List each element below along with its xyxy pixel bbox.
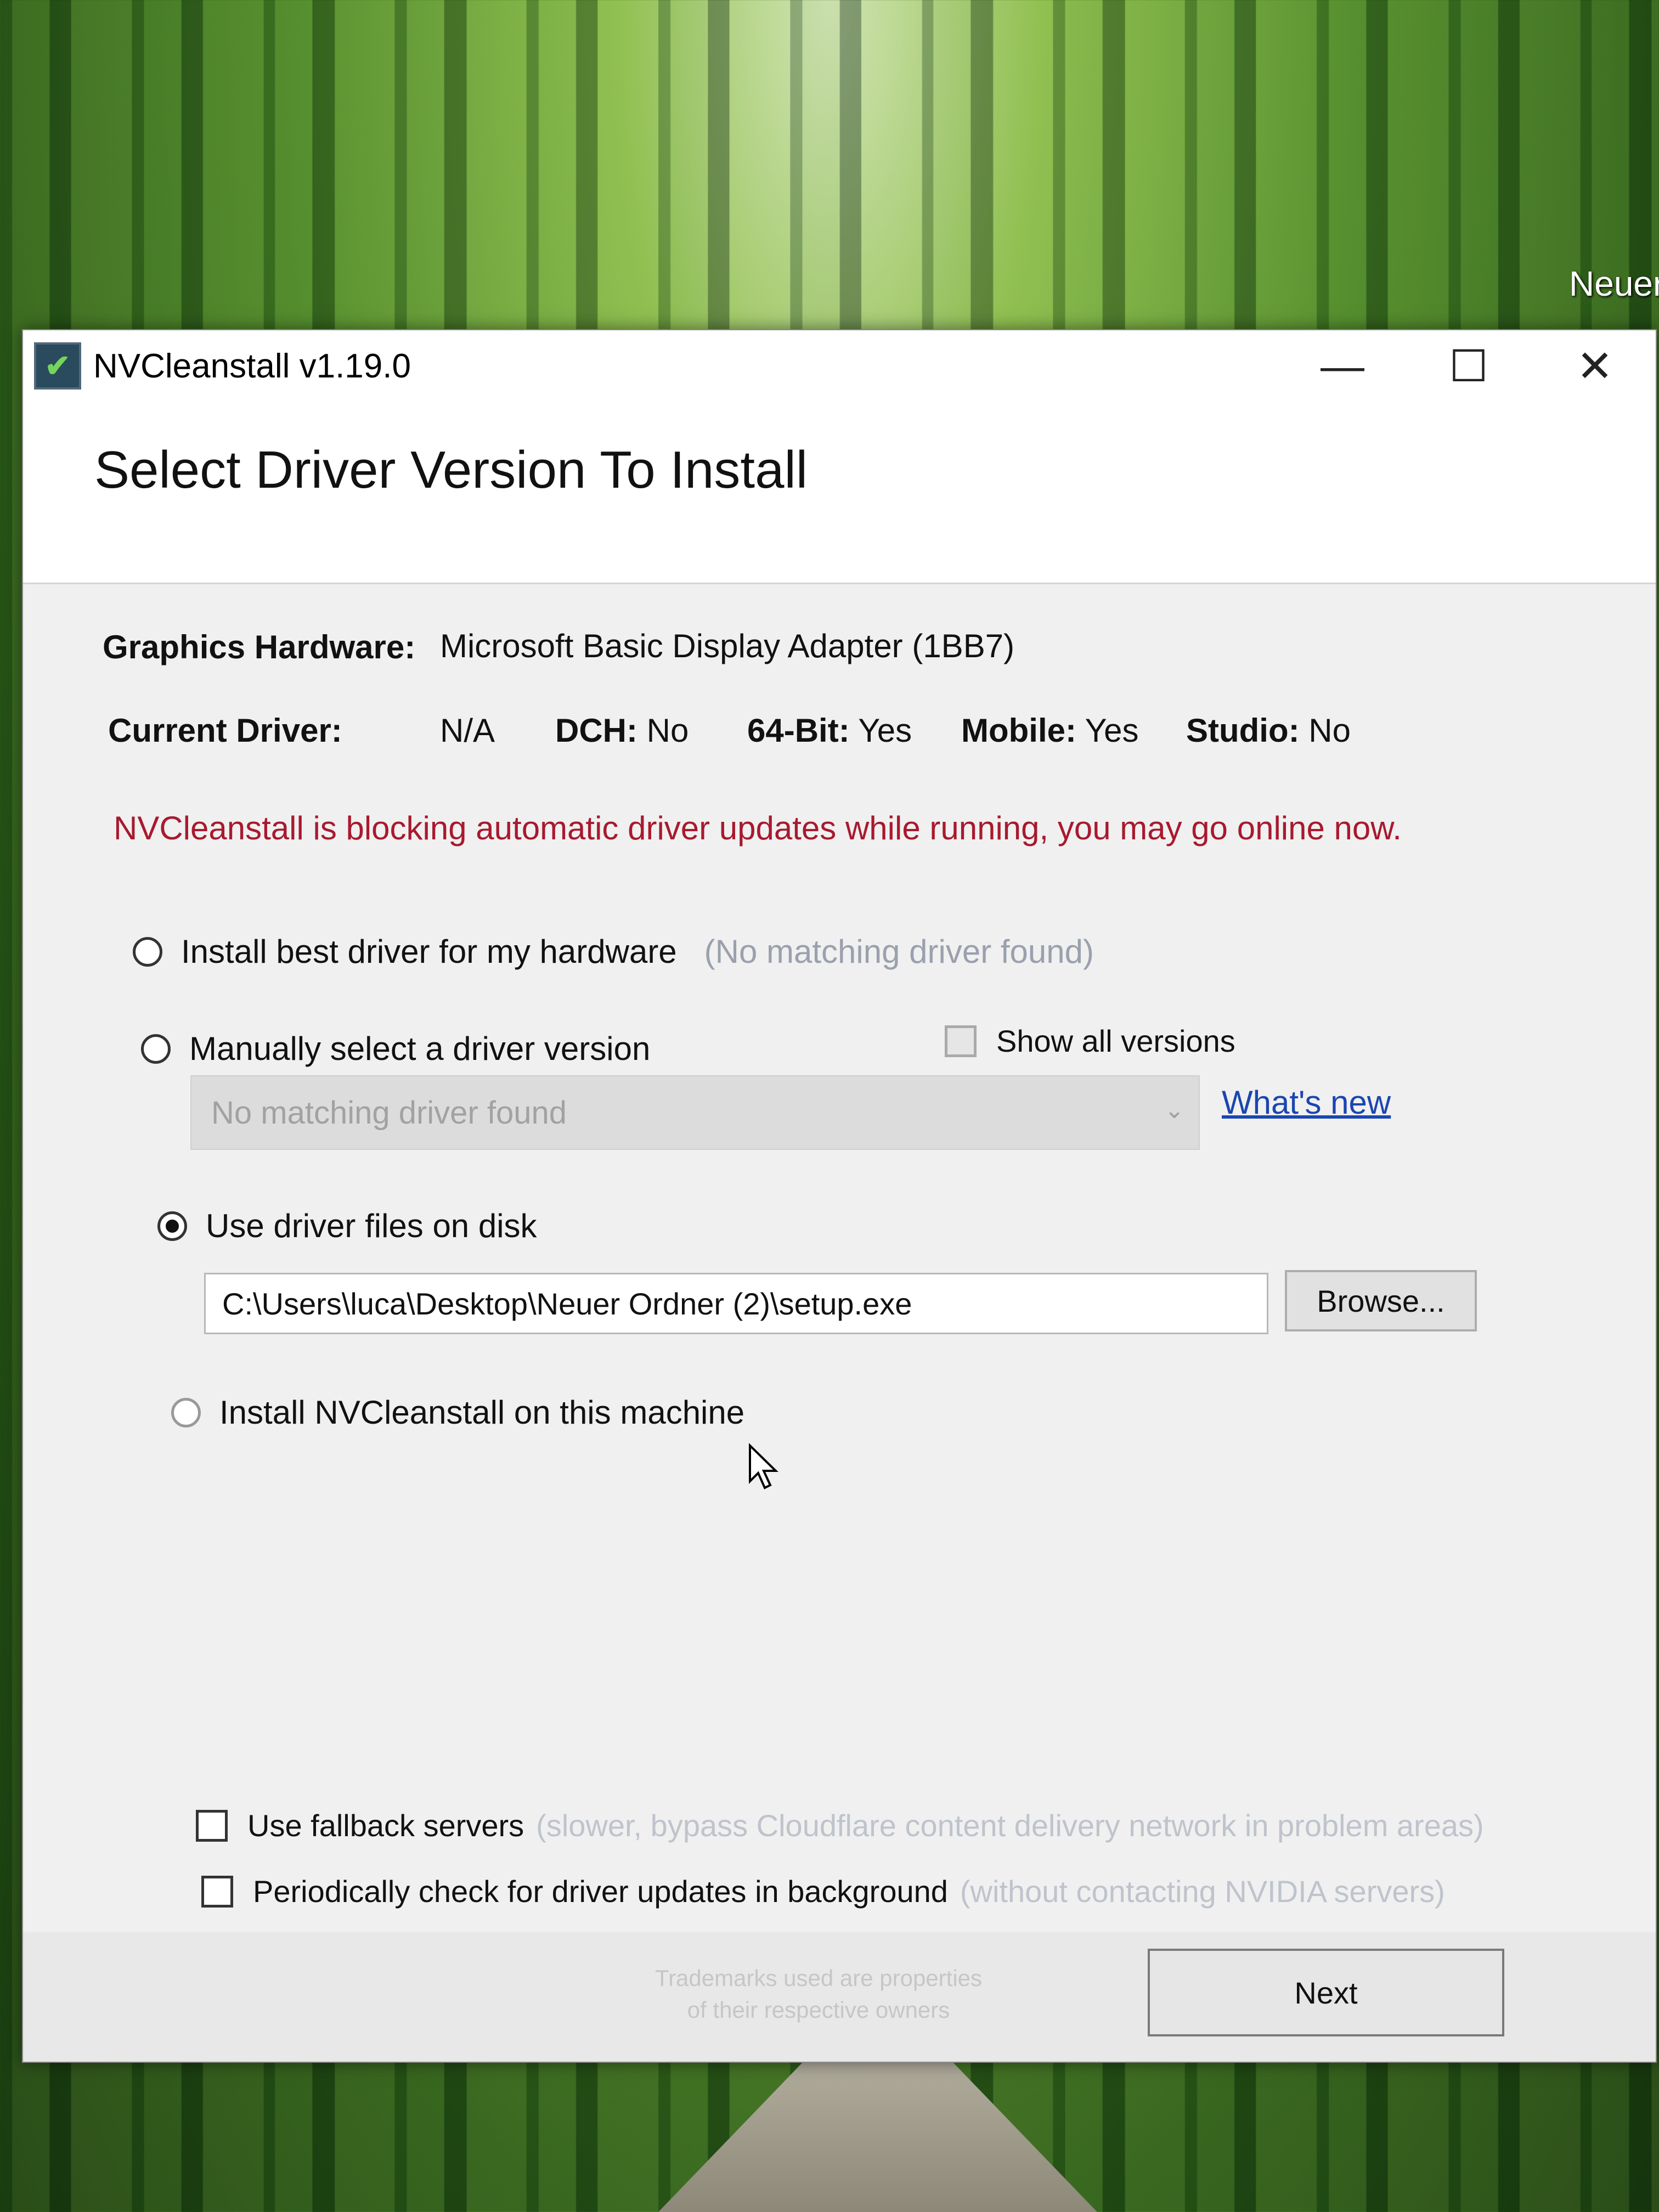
studio-label: Studio:	[1186, 712, 1300, 749]
checkbox-icon[interactable]	[196, 1809, 228, 1842]
radio-use-disk[interactable]: Use driver files on disk	[157, 1207, 537, 1245]
checkbox-icon[interactable]	[945, 1025, 977, 1057]
mobile-value: Yes	[1085, 712, 1139, 749]
bit64-label: 64-Bit:	[747, 712, 850, 749]
blocking-warning: NVCleanstall is blocking automatic drive…	[114, 810, 1402, 847]
page-title: Select Driver Version To Install	[94, 441, 808, 499]
footer-bar: Trademarks used are properties of their …	[23, 1932, 1656, 2062]
radio-button-icon[interactable]	[171, 1397, 201, 1427]
current-driver-value: N/A	[440, 712, 495, 749]
app-check-icon: ✔	[34, 342, 81, 390]
maximize-button[interactable]: ☐	[1406, 330, 1532, 402]
fallback-servers-checkbox[interactable]: Use fallback servers (slower, bypass Clo…	[196, 1808, 1484, 1843]
fallback-servers-hint: (slower, bypass Cloudflare content deliv…	[536, 1808, 1484, 1843]
mouse-cursor-icon	[749, 1443, 778, 1489]
bit64-value: Yes	[858, 712, 912, 749]
checkbox-icon[interactable]	[201, 1875, 233, 1908]
nvcleanstall-window: ✔ NVCleanstall v1.19.0 — ☐ ✕ Select Driv…	[22, 329, 1657, 2063]
trademark-notice: Trademarks used are properties of their …	[654, 1962, 983, 2026]
radio-best-driver-label: Install best driver for my hardware	[181, 933, 677, 970]
periodic-check-label: Periodically check for driver updates in…	[253, 1874, 948, 1909]
show-all-versions-label: Show all versions	[996, 1024, 1235, 1058]
desktop-icon-label[interactable]: Neuer	[1569, 263, 1659, 304]
trademark-line-1: Trademarks used are properties	[654, 1965, 983, 1991]
dch-label: DCH:	[555, 712, 637, 749]
radio-best-driver-hint: (No matching driver found)	[704, 933, 1094, 970]
radio-button-icon[interactable]	[133, 936, 162, 967]
driver-version-dropdown[interactable]: No matching driver found ⌄	[190, 1075, 1200, 1150]
window-title: NVCleanstall v1.19.0	[93, 347, 411, 385]
dch-value: No	[646, 712, 689, 749]
current-driver-label: Current Driver:	[108, 712, 342, 749]
show-all-versions-checkbox[interactable]: Show all versions	[945, 1023, 1235, 1059]
mobile-label: Mobile:	[961, 712, 1076, 749]
radio-manual-select[interactable]: Manually select a driver version	[141, 1030, 650, 1068]
radio-install-self-label: Install NVCleanstall on this machine	[219, 1394, 745, 1431]
dropdown-value: No matching driver found	[211, 1094, 567, 1131]
trademark-line-2: of their respective owners	[687, 1997, 950, 2023]
title-bar[interactable]: ✔ NVCleanstall v1.19.0 — ☐ ✕	[23, 330, 1656, 402]
radio-best-driver[interactable]: Install best driver for my hardware (No …	[133, 933, 1094, 970]
content-area: Graphics Hardware: Microsoft Basic Displ…	[23, 584, 1656, 1912]
radio-install-self[interactable]: Install NVCleanstall on this machine	[171, 1393, 744, 1431]
dch-field: DCH: No	[555, 712, 689, 749]
radio-button-checked-icon[interactable]	[157, 1211, 187, 1241]
graphics-hardware-label: Graphics Hardware:	[103, 629, 416, 665]
mobile-field: Mobile: Yes	[961, 712, 1138, 749]
next-button[interactable]: Next	[1148, 1949, 1504, 2036]
header-panel: Select Driver Version To Install	[23, 402, 1656, 584]
radio-manual-label: Manually select a driver version	[189, 1030, 651, 1067]
graphics-hardware-value: Microsoft Basic Display Adapter (1BB7)	[440, 628, 1015, 664]
studio-value: No	[1308, 712, 1351, 749]
driver-path-input[interactable]: C:\Users\luca\Desktop\Neuer Ordner (2)\s…	[204, 1273, 1268, 1334]
fallback-servers-label: Use fallback servers	[247, 1808, 524, 1843]
periodic-check-checkbox[interactable]: Periodically check for driver updates in…	[201, 1874, 1445, 1909]
radio-use-disk-label: Use driver files on disk	[206, 1207, 537, 1244]
periodic-check-hint: (without contacting NVIDIA servers)	[960, 1874, 1445, 1909]
radio-button-icon[interactable]	[141, 1034, 171, 1064]
minimize-button[interactable]: —	[1279, 330, 1406, 402]
browse-button[interactable]: Browse...	[1285, 1270, 1477, 1331]
whats-new-link[interactable]: What's new	[1222, 1084, 1391, 1121]
close-button[interactable]: ✕	[1532, 330, 1658, 402]
bit64-field: 64-Bit: Yes	[747, 712, 912, 749]
chevron-down-icon[interactable]: ⌄	[1164, 1096, 1184, 1124]
studio-field: Studio: No	[1186, 712, 1351, 749]
driver-path-value: C:\Users\luca\Desktop\Neuer Ordner (2)\s…	[222, 1286, 912, 1321]
